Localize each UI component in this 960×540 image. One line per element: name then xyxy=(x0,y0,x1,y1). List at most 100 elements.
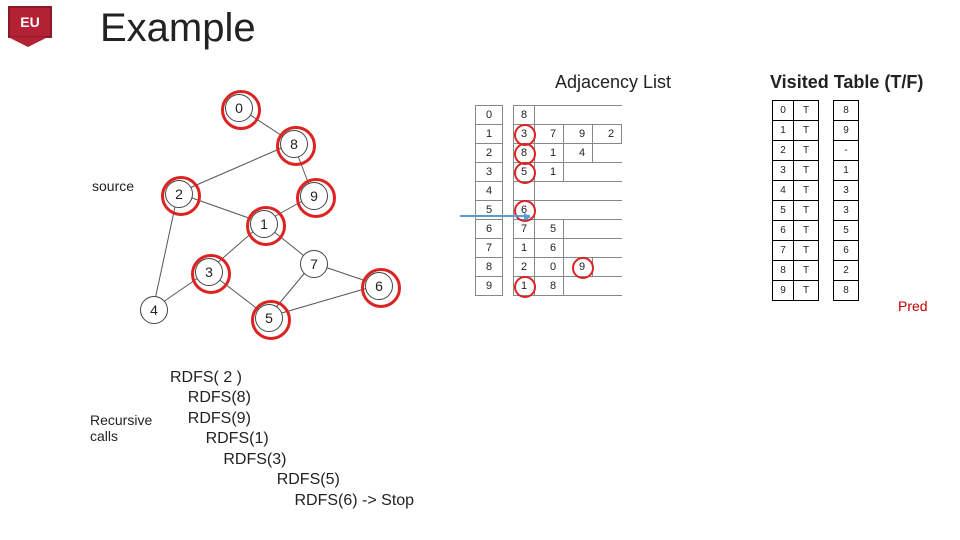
slide: EU Example Adjacency List Visited Table … xyxy=(0,0,960,540)
page-title: Example xyxy=(100,6,256,51)
adjacency-list-heading: Adjacency List xyxy=(555,72,671,93)
adj-cell: 8 xyxy=(513,106,535,124)
visited-row: 9T xyxy=(773,281,819,301)
pred-row: 5 xyxy=(834,221,859,241)
visited-idx: 6 xyxy=(773,221,794,241)
visited-row: 4T xyxy=(773,181,819,201)
adj-gap xyxy=(564,144,572,162)
pred-row: 9 xyxy=(834,121,859,141)
adjacency-index-col: 0123456789 xyxy=(475,105,503,296)
adj-row: 16 xyxy=(513,239,622,258)
pred-val: 5 xyxy=(834,221,859,241)
adj-cell: 3 xyxy=(513,125,535,143)
visited-val: T xyxy=(794,121,819,141)
pred-val: 8 xyxy=(834,101,859,121)
pred-val: 3 xyxy=(834,181,859,201)
visited-idx: 1 xyxy=(773,121,794,141)
adj-index-cell: 8 xyxy=(475,258,503,277)
pred-label: Pred xyxy=(898,298,928,314)
visited-row: 7T xyxy=(773,241,819,261)
adj-cell: 9 xyxy=(572,258,593,276)
adj-row: 3792 xyxy=(513,125,622,144)
adj-gap xyxy=(564,258,572,276)
graph-node-7: 7 xyxy=(300,250,328,278)
stack-line: RDFS( 2 ) xyxy=(170,368,414,388)
pred-row: 6 xyxy=(834,241,859,261)
stack-line: RDFS(9) xyxy=(170,409,414,429)
adjacency-rows: 8379281451 6751620918 xyxy=(513,105,622,296)
adj-index-cell: 9 xyxy=(475,277,503,296)
graph-node-4: 4 xyxy=(140,296,168,324)
adj-gap xyxy=(535,220,543,238)
adj-gap xyxy=(535,144,543,162)
stack-line: RDFS(8) xyxy=(170,388,414,408)
adj-cell-empty xyxy=(513,182,535,200)
adj-index-cell: 0 xyxy=(475,106,503,125)
graph-node-9: 9 xyxy=(300,182,328,210)
adj-cell: 8 xyxy=(513,144,535,162)
visited-row: 8T xyxy=(773,261,819,281)
adj-gap xyxy=(535,125,543,143)
visited-idx: 5 xyxy=(773,201,794,221)
pred-val: - xyxy=(834,141,859,161)
adj-gap xyxy=(535,258,543,276)
visited-idx: 0 xyxy=(773,101,794,121)
adj-cell: 4 xyxy=(572,144,593,162)
stack-line: RDFS(3) xyxy=(170,450,414,470)
graph-node-3: 3 xyxy=(195,258,223,286)
adj-gap xyxy=(535,163,543,181)
visited-row: 5T xyxy=(773,201,819,221)
graph-node-0: 0 xyxy=(225,94,253,122)
visited-val: T xyxy=(794,101,819,121)
adj-index-cell: 3 xyxy=(475,163,503,182)
pred-row: - xyxy=(834,141,859,161)
adj-cell: 7 xyxy=(543,125,564,143)
adj-cell: 6 xyxy=(543,239,564,257)
adjacency-list: 0123456789 8379281451 6751620918 xyxy=(475,105,622,296)
graph-node-5: 5 xyxy=(255,304,283,332)
highlight-circle-icon xyxy=(514,276,536,298)
adj-row: 51 xyxy=(513,163,622,182)
adj-row: 209 xyxy=(513,258,622,277)
adj-row: 8 xyxy=(513,106,622,125)
visited-idx: 7 xyxy=(773,241,794,261)
pointer-arrow-icon xyxy=(460,215,530,217)
pred-val: 6 xyxy=(834,241,859,261)
adj-index-cell: 4 xyxy=(475,182,503,201)
visited-table: 0T1T2T3T4T5T6T7T8T9T xyxy=(772,100,819,301)
adj-index-cell: 2 xyxy=(475,144,503,163)
adj-cell: 5 xyxy=(543,220,564,238)
adj-cell: 1 xyxy=(543,163,564,181)
visited-val: T xyxy=(794,241,819,261)
visited-idx: 4 xyxy=(773,181,794,201)
pred-val: 3 xyxy=(834,201,859,221)
highlight-circle-icon xyxy=(514,162,536,184)
logo-flag: EU xyxy=(8,6,52,38)
visited-pred-wrap: 0T1T2T3T4T5T6T7T8T9T 89-1335628 xyxy=(772,100,859,301)
visited-row: 1T xyxy=(773,121,819,141)
adj-cell: 1 xyxy=(543,144,564,162)
visited-idx: 2 xyxy=(773,141,794,161)
adj-gap xyxy=(564,125,572,143)
graph-edge xyxy=(268,285,378,317)
graph-canvas: 0829137456 xyxy=(90,90,450,350)
pred-row: 8 xyxy=(834,101,859,121)
adj-index-cell: 7 xyxy=(475,239,503,258)
recursive-call-stack: RDFS( 2 ) RDFS(8) RDFS(9) RDFS(1) RDFS(3… xyxy=(170,368,414,511)
pred-row: 1 xyxy=(834,161,859,181)
adj-cell: 1 xyxy=(513,277,535,295)
adj-index-cell: 5 xyxy=(475,201,503,220)
stack-line: RDFS(6) -> Stop xyxy=(170,491,414,511)
adj-cell: 2 xyxy=(601,125,622,143)
adj-cell: 2 xyxy=(513,258,535,276)
visited-val: T xyxy=(794,181,819,201)
pred-val: 1 xyxy=(834,161,859,181)
visited-val: T xyxy=(794,281,819,301)
graph-node-2: 2 xyxy=(165,180,193,208)
graph-edge xyxy=(178,143,293,193)
graph-node-1: 1 xyxy=(250,210,278,238)
pred-row: 8 xyxy=(834,281,859,301)
visited-idx: 9 xyxy=(773,281,794,301)
adj-row xyxy=(513,182,622,201)
pred-row: 2 xyxy=(834,261,859,281)
